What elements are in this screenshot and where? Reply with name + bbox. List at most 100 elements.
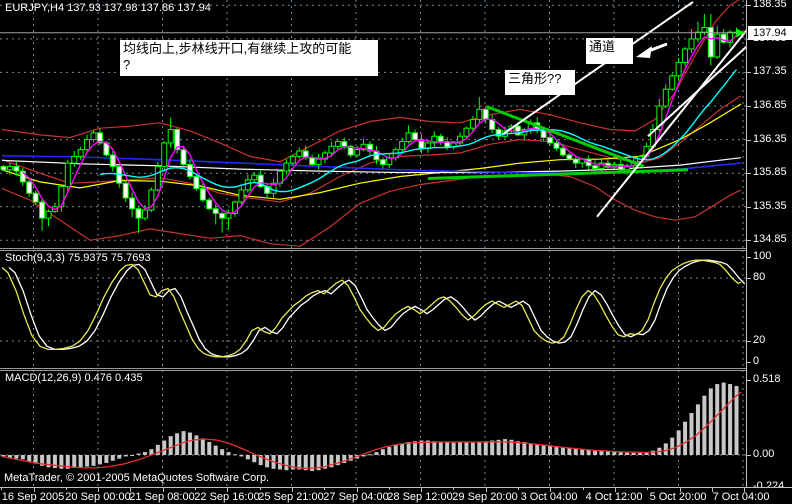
candle-body — [572, 158, 579, 164]
macd-bar — [464, 441, 469, 455]
macd-bar — [232, 454, 237, 456]
candle-body — [379, 159, 386, 165]
macd-bar — [194, 435, 199, 455]
time-axis-tick — [324, 488, 326, 490]
macd-bar — [638, 452, 643, 455]
time-axis-tick — [453, 488, 455, 490]
stoch-signal-line — [8, 259, 745, 358]
price-axis-label: 138.35 — [753, 0, 787, 11]
candle-body — [45, 210, 52, 219]
candle-body — [289, 155, 296, 164]
candle-body — [566, 154, 573, 160]
macd-bar — [599, 450, 604, 455]
candle-body — [437, 135, 444, 143]
candle-body — [309, 157, 316, 165]
macd-bar — [142, 452, 147, 455]
time-axis-tick — [291, 488, 293, 492]
candle-body — [199, 188, 206, 201]
macd-bar — [277, 455, 282, 470]
time-axis-tick — [485, 488, 487, 492]
macd-bar — [380, 449, 385, 455]
channel-line[interactable] — [502, 1, 694, 136]
macd-bar — [387, 447, 392, 455]
candle-body — [405, 132, 412, 143]
stochastic-panel[interactable]: Stoch(9,3,3) 75.9375 75.7693 — [0, 250, 746, 368]
candle-body — [180, 149, 187, 165]
time-axis-tick — [582, 488, 584, 490]
current-price-badge: 137.94 — [748, 25, 792, 40]
macd-bar — [458, 441, 463, 455]
candle-body — [688, 38, 695, 50]
bollinger-lower-line — [1, 173, 742, 247]
candle-body — [238, 189, 245, 203]
candle-body — [682, 48, 689, 63]
trendline-descending[interactable] — [486, 105, 645, 168]
axis-tick — [747, 257, 751, 258]
time-axis-label: 22 Sep 16:00 — [194, 491, 260, 503]
macd-bar — [97, 455, 102, 465]
macd-bar — [612, 451, 617, 455]
candle-body — [592, 165, 599, 169]
time-axis-label: 28 Sep 12:00 — [387, 491, 453, 503]
candle-body — [553, 142, 560, 149]
stochastic-canvas[interactable] — [0, 250, 746, 368]
candle-body — [193, 176, 200, 190]
macd-bar — [451, 442, 456, 455]
time-axis-tick — [98, 488, 100, 492]
price-axis-label: 135.85 — [753, 166, 787, 179]
main-chart-canvas[interactable] — [0, 0, 746, 248]
candle-body — [39, 201, 46, 219]
panel-splitter-1[interactable] — [0, 248, 746, 251]
candle-body — [244, 179, 251, 191]
stochastic-header: Stoch(9,3,3) 75.9375 75.7693 — [5, 252, 151, 264]
time-axis-label: 25 Sep 21:00 — [258, 491, 324, 503]
candle-body — [84, 139, 91, 151]
stoch-axis-label: 0 — [753, 355, 760, 367]
candle-body — [58, 186, 65, 208]
macd-histogram — [1, 382, 739, 471]
time-axis-tick — [162, 488, 164, 492]
panel-splitter-2[interactable] — [0, 368, 746, 371]
time-axis[interactable]: 16 Sep 2005 20 Sep 00:00 21 Sep 08:00 22 Se… — [0, 487, 792, 504]
macd-bar — [284, 455, 289, 471]
candle-body — [141, 209, 148, 219]
macd-bar — [535, 444, 540, 455]
macd-bar — [252, 455, 257, 463]
macd-bar — [374, 452, 379, 455]
axis-tick — [747, 362, 751, 363]
macd-bar — [136, 453, 141, 455]
time-axis-tick — [421, 488, 423, 492]
axis-tick — [747, 240, 751, 242]
annotation-triangle[interactable]: 三角形?? — [505, 70, 575, 95]
macd-bar — [200, 438, 205, 455]
macd-bar — [393, 444, 398, 455]
annotation-note[interactable]: 均线向上,步林线开口,有继续上攻的可能 ? — [120, 40, 378, 76]
axis-tick — [747, 278, 751, 279]
macd-bar — [207, 441, 212, 455]
macd-bar — [226, 452, 231, 455]
annotation-channel[interactable]: 通道 — [586, 38, 633, 64]
ohlc-header: EURJPY,H4 137.93 137.98 137.86 137.94 — [5, 2, 211, 14]
macd-bar — [20, 455, 25, 460]
macd-bar — [676, 430, 681, 455]
macd-panel[interactable]: MACD(12,26,9) 0.476 0.435 — [0, 370, 746, 487]
candle-body — [328, 145, 335, 154]
main-chart-panel[interactable]: EURJPY,H4 137.93 137.98 137.86 137.94 — [0, 0, 746, 248]
macd-canvas[interactable] — [0, 370, 746, 487]
candle-body — [0, 165, 7, 171]
candle-body — [547, 137, 554, 144]
macd-bar — [683, 421, 688, 455]
candle-body — [283, 162, 290, 172]
macd-bar — [46, 455, 51, 468]
price-axis[interactable]: 137.94 138.35137.85137.35136.85136.35135… — [746, 0, 792, 492]
channel-line[interactable] — [647, 5, 746, 137]
time-axis-tick — [744, 488, 746, 492]
candle-body — [662, 88, 669, 107]
candle-body — [206, 199, 213, 210]
metatrader-chart-window: EURJPY,H4 137.93 137.98 137.86 137.94 St… — [0, 0, 792, 504]
candle-body — [225, 212, 232, 219]
time-axis-tick — [227, 488, 229, 492]
candle-body — [707, 26, 714, 58]
macd-bar — [631, 452, 636, 455]
macd-bar — [168, 436, 173, 455]
